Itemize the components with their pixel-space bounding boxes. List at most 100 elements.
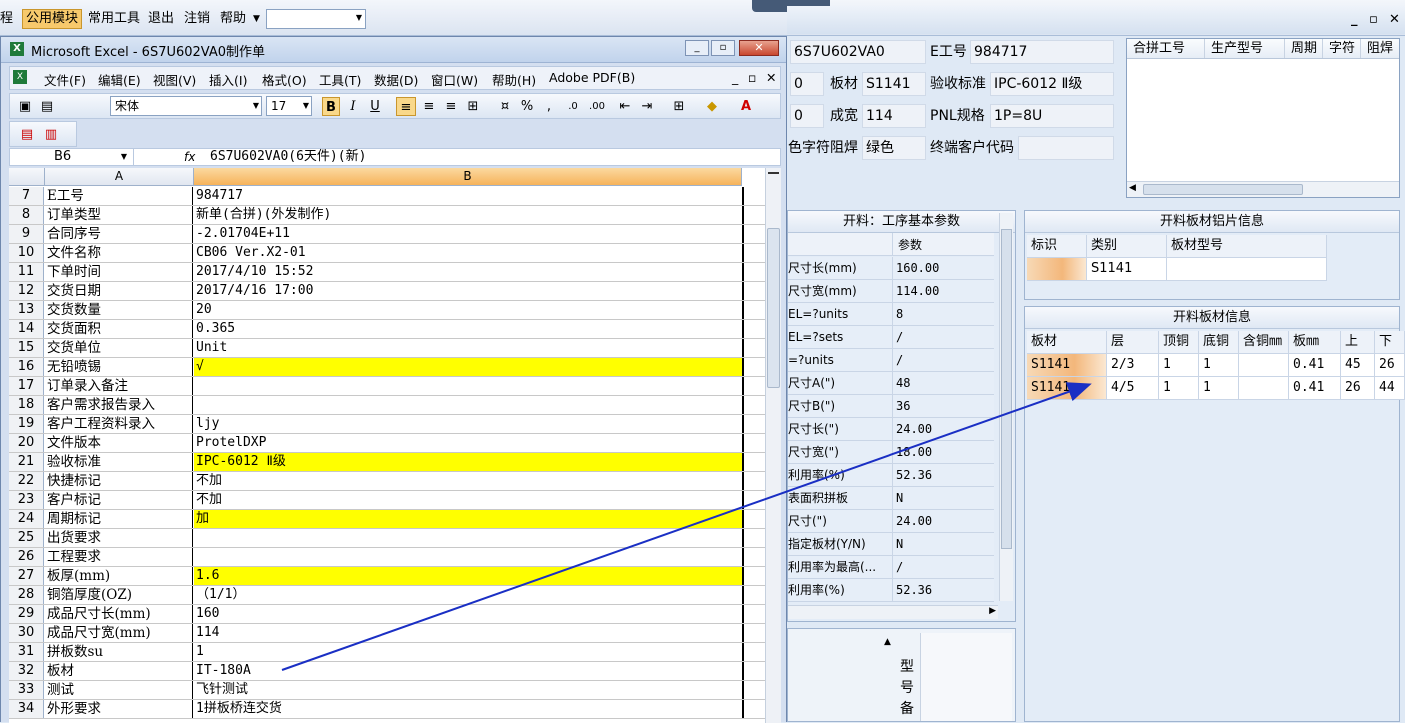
cell-a[interactable]: 周期标记 [45,510,193,528]
cell-a[interactable]: 无铅喷锡 [45,358,193,376]
excel-menu-format[interactable]: 格式(O) [262,70,307,89]
alu-col-model[interactable]: 板材型号 [1167,235,1327,258]
menu-item-0[interactable]: 程 [0,10,13,28]
underline-button[interactable]: U [366,97,384,116]
params-row[interactable]: =?units / [788,349,994,372]
cell-b[interactable]: 20 [194,301,742,319]
boards-col-header[interactable]: 上 [1341,331,1375,354]
boards-cell[interactable]: 1 [1159,354,1199,377]
cell-a[interactable]: 交货日期 [45,282,193,300]
params-row[interactable]: 尺寸长(") 24.00 [788,418,994,441]
cell-b[interactable]: 不加 [194,472,742,490]
boards-cell[interactable]: 26 [1341,377,1375,400]
row-number[interactable]: 34 [9,700,44,718]
close-icon[interactable]: ✕ [1389,12,1400,27]
cell-a[interactable]: 快捷标记 [45,472,193,490]
close-icon[interactable]: ✕ [739,40,779,56]
decrease-decimal-icon[interactable]: .00 [586,97,608,116]
col-cycle[interactable]: 周期 [1285,39,1323,58]
bold-button[interactable]: B [322,97,340,116]
cell-b[interactable]: 160 [194,605,742,623]
cell-a[interactable]: 交货数量 [45,301,193,319]
cell-b[interactable]: -2.01704E+11 [194,225,742,243]
row-number[interactable]: 28 [9,586,44,604]
cell-a[interactable]: 出货要求 [45,529,193,547]
pdf-email-icon[interactable]: ▥ [42,125,60,144]
cell-b[interactable] [194,377,742,395]
col-header-b[interactable]: B [194,168,742,186]
arrow-left-icon[interactable]: ◀ [1129,183,1136,193]
row-number[interactable]: 26 [9,548,44,566]
font-color-icon[interactable]: A [734,97,758,116]
boards-col-header[interactable]: 含铜㎜ [1239,331,1289,354]
boards-cell[interactable]: 4/5 [1107,377,1159,400]
row-number[interactable]: 29 [9,605,44,623]
excel-doc-icon[interactable]: X [13,70,27,84]
excel-menu-insert[interactable]: 插入(I) [209,70,247,89]
col-mask[interactable]: 阻焊 [1361,39,1399,58]
endcust-field[interactable] [1018,136,1114,160]
chevron-down-icon[interactable]: ▼ [253,10,260,28]
cell-a[interactable]: 工程要求 [45,548,193,566]
cell-b[interactable]: Unit [194,339,742,357]
ejob-field[interactable]: 984717 [970,40,1114,64]
cell-b[interactable]: 114 [194,624,742,642]
select-all[interactable] [9,168,45,186]
cell-b[interactable]: 1.6 [194,567,742,585]
alu-col-type[interactable]: 类别 [1087,235,1167,258]
col-char[interactable]: 字符 [1323,39,1361,58]
cell-a[interactable]: 客户工程资料录入 [45,415,193,433]
cell-b[interactable]: 1拼板桥连交货 [194,700,742,718]
row-number[interactable]: 14 [9,320,44,338]
menu-item-tools[interactable]: 常用工具 [88,10,140,28]
align-left-icon[interactable]: ≡ [396,97,416,116]
row-number[interactable]: 23 [9,491,44,509]
scroll-thumb[interactable] [1001,229,1012,549]
merge-grid[interactable]: 合拼工号 生产型号 周期 字符 阻焊 ◀ [1126,38,1400,198]
cell-b[interactable]: 0.365 [194,320,742,338]
row-number[interactable]: 13 [9,301,44,319]
horizontal-scrollbar[interactable]: ◀ [1127,181,1399,197]
cell-a[interactable]: 拼板数su [45,643,193,661]
fill-color-icon[interactable]: ◆ [700,97,724,116]
menu-item-exit[interactable]: 退出 [148,10,174,28]
scroll-thumb[interactable] [767,228,780,388]
excel-menu-tools[interactable]: 工具(T) [319,70,361,89]
menu-item-logout[interactable]: 注销 [184,10,210,28]
row-number[interactable]: 24 [9,510,44,528]
params-row[interactable]: 尺寸宽(mm) 114.00 [788,280,994,303]
cell-a[interactable]: 板材 [45,662,193,680]
cell-a[interactable]: 成品尺寸宽(mm) [45,624,193,642]
boards-cell[interactable] [1239,377,1289,400]
cell-b[interactable]: 984717 [194,187,742,205]
boards-cell[interactable]: 1 [1199,377,1239,400]
cell-b[interactable]: IT-180A [194,662,742,680]
cell-b[interactable] [194,529,742,547]
row-number[interactable]: 7 [9,187,44,205]
cell-b[interactable]: ProtelDXP [194,434,742,452]
vertical-scrollbar[interactable] [765,168,781,723]
row-number[interactable]: 32 [9,662,44,680]
remark-field[interactable] [920,633,1012,721]
plate-field[interactable]: S1141 [862,72,926,96]
pnl-field[interactable]: 1P=8U [990,104,1114,128]
boards-cell[interactable]: 0.41 [1289,377,1341,400]
save-icon[interactable]: ▣ [16,97,34,116]
cell-a[interactable]: 铜箔厚度(OZ) [45,586,193,604]
boards-col-header[interactable]: 下 [1375,331,1405,354]
menu-item-common-module[interactable]: 公用模块 [22,9,83,29]
menu-item-help[interactable]: 帮助 [220,10,246,28]
boards-cell[interactable]: 1 [1159,377,1199,400]
formula-input[interactable]: 6S7U602VA0(6天件)(新) [210,149,366,165]
boards-cell[interactable]: S1141 [1027,377,1107,400]
boards-cell[interactable]: 1 [1199,354,1239,377]
boards-cell[interactable]: 44 [1375,377,1405,400]
params-row[interactable]: 尺寸长(mm) 160.00 [788,257,994,280]
cell-b[interactable]: 2017/4/10 15:52 [194,263,742,281]
boards-cell[interactable] [1239,354,1289,377]
boards-cell[interactable]: 2/3 [1107,354,1159,377]
merge-center-icon[interactable]: ⊞ [464,97,482,116]
row-number[interactable]: 25 [9,529,44,547]
outdent-icon[interactable]: ⇤ [616,97,634,116]
row-number[interactable]: 16 [9,358,44,376]
